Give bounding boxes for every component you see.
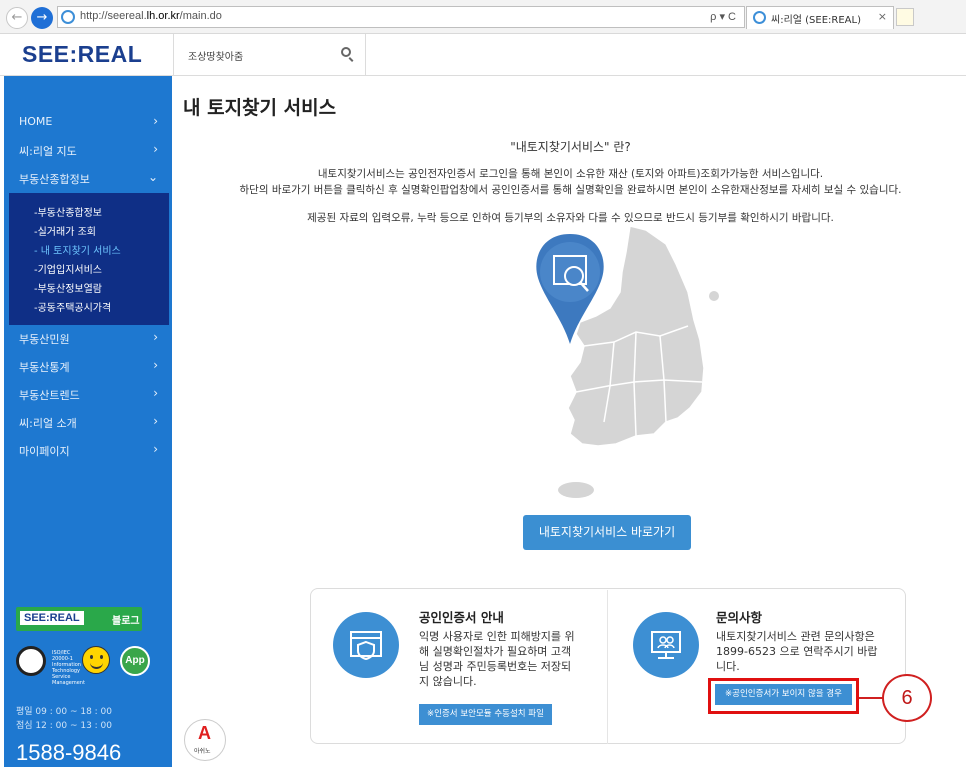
sidebar-item-realestate-info[interactable]: 부동산종합정보 ⌄ (4, 165, 172, 193)
sidebar-item-about[interactable]: 씨:리얼 소개 › (4, 409, 172, 437)
submenu-item[interactable]: -공동주택공시가격 (34, 299, 111, 314)
sidebar-item-label: 부동산트렌드 (19, 389, 80, 402)
iso-cert-icon (16, 646, 46, 676)
korea-map-illustration (536, 225, 719, 498)
address-tools[interactable]: ρ ▾ C (710, 10, 736, 23)
search-box[interactable]: 조상땅찾아줌 (173, 34, 366, 76)
chevron-right-icon: › (153, 142, 158, 156)
cert-info-text: 익명 사용자로 인한 피해방지를 위 해 실명확인절차가 필요하며 고객 님 성… (419, 629, 575, 689)
inquiry-text: 내토지찾기서비스 관련 문의사항은 1899-6523 으로 연락주시기 바랍 … (716, 629, 878, 674)
cert-info-line: 해 실명확인절차가 필요하며 고객 (419, 645, 572, 658)
intro-text-line2: 하단의 바로가기 버튼을 클릭하신 후 실명확인팝업창에서 공인인증서를 통해 … (239, 184, 902, 196)
sidebar: HOME › 씨:리얼 지도 › 부동산종합정보 ⌄ -부동산종합정보 -실거래… (4, 76, 172, 767)
security-module-download-button[interactable]: ※인증서 보안모듈 수동설치 파일 (419, 704, 552, 725)
submenu-item[interactable]: -부동산정보열람 (34, 280, 102, 295)
new-tab-button[interactable] (896, 8, 914, 26)
inquiry-line: 니다. (716, 660, 740, 673)
ie-icon (753, 11, 766, 24)
search-input[interactable]: 조상땅찾아줌 (188, 48, 243, 63)
chevron-right-icon: › (153, 414, 158, 428)
tab-close-icon[interactable]: × (878, 10, 887, 23)
chevron-right-icon: › (153, 330, 158, 344)
chevron-right-icon: › (153, 442, 158, 456)
accessibility-float-button[interactable]: A 아쉬노 (184, 719, 226, 761)
intro-question: "내토지찾기서비스" 란? (510, 140, 631, 154)
certification-badges: ISO/IEC 20000-1 Information Technology S… (16, 644, 166, 686)
sidebar-item-stats[interactable]: 부동산통계 › (4, 353, 172, 381)
info-panel: 공인인증서 안내 익명 사용자로 인한 피해방지를 위 해 실명확인절차가 필요… (310, 588, 906, 744)
sidebar-item-label: 부동산통계 (19, 361, 70, 374)
cert-info-heading: 공인인증서 안내 (419, 610, 504, 625)
app-badge[interactable]: App (120, 646, 150, 676)
inquiry-line: 1899-6523 으로 연락주시기 바랍 (716, 645, 878, 658)
sidebar-item-mypage[interactable]: 마이페이지 › (4, 437, 172, 465)
site-header: SEE:REAL 조상땅찾아줌 (0, 34, 966, 76)
browser-shield-icon (333, 612, 399, 678)
submenu-item[interactable]: -부동산종합정보 (34, 204, 102, 219)
iso-cert-text: ISO/IEC 20000-1 Information Technology S… (52, 650, 85, 686)
inquiry-heading: 문의사항 (716, 610, 763, 625)
chevron-right-icon: › (153, 114, 158, 128)
url-text: http://seereal.lh.or.kr/main.do (80, 10, 222, 22)
hours-weekday: 평일 09 : 00 ~ 18 : 00 (16, 707, 113, 717)
my-land-search-button[interactable]: 내토지찾기서비스 바로가기 (523, 515, 691, 550)
sidebar-item-label: 부동산종합정보 (19, 173, 90, 186)
browser-toolbar: ← → http://seereal.lh.or.kr/main.do ρ ▾ … (0, 0, 966, 34)
cert-info-line: 지 않습니다. (419, 675, 477, 688)
blog-logo: SEE:REAL (20, 611, 84, 625)
smiley-icon (82, 646, 110, 674)
site-logo[interactable]: SEE:REAL (22, 41, 142, 68)
intro-text-line1: 내토지찾기서비스는 공인전자인증서 로그인을 통해 본인이 소유한 재산 (토지… (317, 168, 824, 180)
sidebar-item-home[interactable]: HOME › (4, 109, 172, 137)
submenu-item[interactable]: -기업입지서비스 (34, 261, 102, 276)
chevron-right-icon: › (153, 386, 158, 400)
tab-title: 씨:리얼 (SEE:REAL) (771, 15, 861, 26)
callout-connector (859, 697, 883, 699)
ie-icon (61, 10, 75, 24)
submenu-item-active[interactable]: - 내 토지찾기 서비스 (34, 242, 121, 257)
phone-number: 1588-9846 (16, 740, 122, 765)
browser-tab[interactable]: 씨:리얼 (SEE:REAL) × (746, 6, 894, 29)
hours-lunch: 점심 12 : 00 ~ 13 : 00 (16, 721, 113, 731)
highlight-annotation (708, 678, 859, 714)
jeju-island (558, 482, 594, 498)
support-monitor-icon (633, 612, 699, 678)
search-icon[interactable] (341, 47, 351, 57)
submenu-item[interactable]: -실거래가 조회 (34, 223, 96, 238)
submenu: -부동산종합정보 -실거래가 조회 - 내 토지찾기 서비스 -기업입지서비스 … (9, 193, 169, 325)
blog-label: 블로그 (112, 616, 140, 627)
cert-info-line: 익명 사용자로 인한 피해방지를 위 (419, 630, 575, 643)
inquiry-line: 내토지찾기서비스 관련 문의사항은 (716, 630, 875, 643)
forward-button[interactable]: → (31, 7, 53, 29)
sidebar-item-complaint[interactable]: 부동산민원 › (4, 325, 172, 353)
sidebar-item-map[interactable]: 씨:리얼 지도 › (4, 137, 172, 165)
info-divider (607, 590, 608, 744)
cert-info-line: 님 성명과 주민등록번호는 저장되 (419, 660, 572, 673)
a-logo-text: 아쉬노 (194, 748, 211, 755)
sidebar-item-trend[interactable]: 부동산트렌드 › (4, 381, 172, 409)
sidebar-item-label: 부동산민원 (19, 333, 70, 346)
blog-link[interactable]: SEE:REAL 블로그 (16, 607, 142, 631)
callout-number: 6 (882, 674, 932, 722)
sidebar-item-label: 마이페이지 (19, 445, 70, 458)
sidebar-item-label: 씨:리얼 지도 (19, 145, 77, 158)
chevron-down-icon: ⌄ (147, 170, 158, 184)
page-title: 내 토지찾기 서비스 (183, 97, 337, 119)
sidebar-item-label: HOME (19, 115, 53, 128)
address-bar[interactable]: http://seereal.lh.or.kr/main.do ρ ▾ C (57, 6, 745, 28)
ulleung-island (709, 291, 719, 301)
chevron-right-icon: › (153, 358, 158, 372)
sidebar-item-label: 씨:리얼 소개 (19, 417, 77, 430)
back-button[interactable]: ← (6, 7, 28, 29)
a-logo-icon: A (198, 723, 211, 743)
